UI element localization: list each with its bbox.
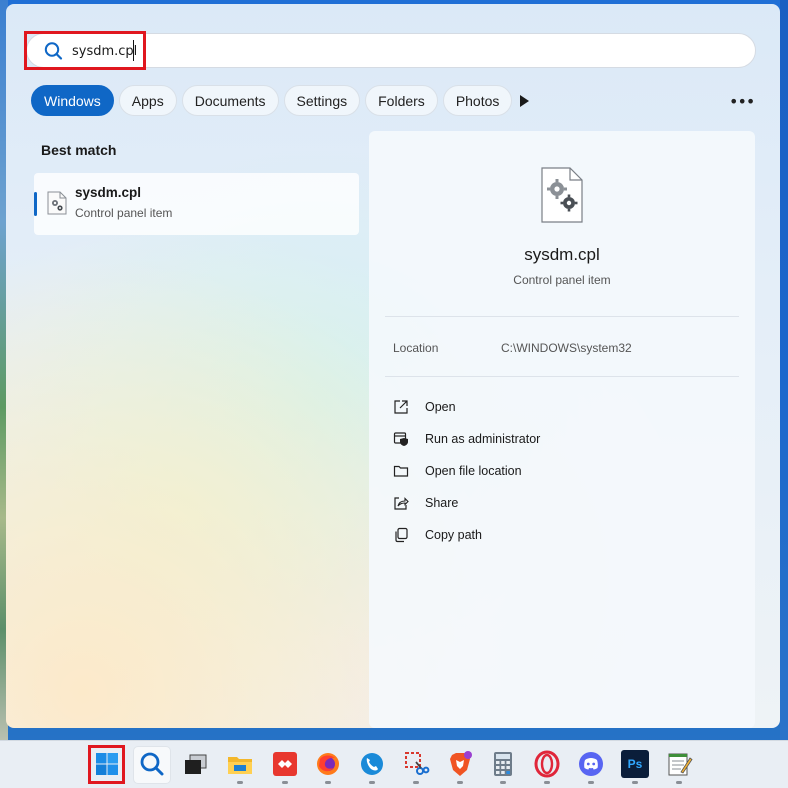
running-indicator bbox=[282, 781, 288, 784]
action-run-as-administrator[interactable]: Run as administrator bbox=[393, 428, 540, 450]
preview-title: sysdm.cpl bbox=[524, 245, 600, 264]
running-indicator bbox=[325, 781, 331, 784]
open-external-icon bbox=[394, 400, 408, 414]
search-icon bbox=[44, 42, 63, 60]
best-match-result[interactable]: sysdm.cpl Control panel item bbox=[34, 173, 359, 235]
control-panel-file-icon bbox=[541, 167, 583, 223]
running-indicator bbox=[237, 781, 243, 784]
action-run-as-administrator-label: Run as administrator bbox=[425, 432, 541, 446]
action-share-label: Share bbox=[425, 496, 459, 510]
action-open-file-location[interactable]: Open file location bbox=[393, 460, 522, 482]
more-tabs-arrow-icon[interactable] bbox=[518, 94, 530, 108]
action-open[interactable]: Open bbox=[393, 396, 456, 418]
tab-photos[interactable]: Photos bbox=[442, 85, 513, 116]
shield-admin-icon bbox=[393, 432, 408, 446]
divider bbox=[385, 376, 739, 377]
discord-icon[interactable] bbox=[577, 750, 605, 778]
running-indicator bbox=[500, 781, 506, 784]
location-label: Location bbox=[393, 341, 439, 355]
preview-pane: sysdm.cpl Control panel item Location C:… bbox=[369, 131, 755, 728]
search-icon[interactable] bbox=[138, 750, 166, 778]
filter-tabs: Windows Apps Documents Settings Folders … bbox=[31, 85, 513, 117]
share-icon bbox=[394, 497, 409, 510]
running-indicator bbox=[413, 781, 419, 784]
copy-icon bbox=[395, 527, 408, 543]
task-view-icon[interactable] bbox=[181, 750, 209, 778]
selection-indicator bbox=[34, 192, 37, 216]
running-indicator bbox=[588, 781, 594, 784]
best-match-heading: Best match bbox=[41, 142, 117, 158]
result-subtitle: Control panel item bbox=[75, 206, 173, 220]
brave-icon[interactable] bbox=[446, 750, 474, 778]
tab-documents[interactable]: Documents bbox=[181, 85, 279, 116]
running-indicator bbox=[632, 781, 638, 784]
preview-subtitle: Control panel item bbox=[513, 273, 611, 287]
action-copy-path[interactable]: Copy path bbox=[393, 524, 482, 546]
control-panel-file-icon bbox=[47, 191, 67, 215]
file-explorer-icon[interactable] bbox=[226, 750, 254, 778]
more-options-icon[interactable]: ••• bbox=[729, 92, 755, 111]
action-copy-path-label: Copy path bbox=[425, 528, 482, 542]
anydesk-icon[interactable] bbox=[271, 750, 299, 778]
running-indicator bbox=[676, 781, 682, 784]
search-input[interactable] bbox=[72, 40, 372, 62]
photoshop-icon-label: Ps bbox=[627, 757, 643, 771]
action-share[interactable]: Share bbox=[393, 492, 458, 514]
folder-icon bbox=[393, 465, 409, 477]
start-highlight-box bbox=[88, 745, 125, 784]
text-caret bbox=[133, 40, 134, 61]
action-open-label: Open bbox=[425, 400, 456, 414]
opera-icon[interactable] bbox=[533, 750, 561, 778]
tab-settings[interactable]: Settings bbox=[283, 85, 361, 116]
tab-apps[interactable]: Apps bbox=[118, 85, 177, 116]
running-indicator bbox=[457, 781, 463, 784]
photoshop-icon[interactable]: Ps bbox=[621, 750, 649, 778]
result-title: sysdm.cpl bbox=[75, 185, 142, 200]
notepad-icon[interactable] bbox=[665, 750, 693, 778]
snipping-tool-icon[interactable] bbox=[402, 750, 430, 778]
calculator-icon[interactable] bbox=[489, 750, 517, 778]
desktop-background-right bbox=[780, 0, 788, 740]
firefox-icon[interactable] bbox=[314, 750, 342, 778]
action-open-file-location-label: Open file location bbox=[425, 464, 522, 478]
tab-windows[interactable]: Windows bbox=[31, 85, 114, 116]
skype-icon[interactable] bbox=[358, 750, 386, 778]
running-indicator bbox=[544, 781, 550, 784]
location-value: C:\WINDOWS\system32 bbox=[501, 341, 632, 355]
running-indicator bbox=[369, 781, 375, 784]
tab-folders[interactable]: Folders bbox=[365, 85, 438, 116]
divider bbox=[385, 316, 739, 317]
